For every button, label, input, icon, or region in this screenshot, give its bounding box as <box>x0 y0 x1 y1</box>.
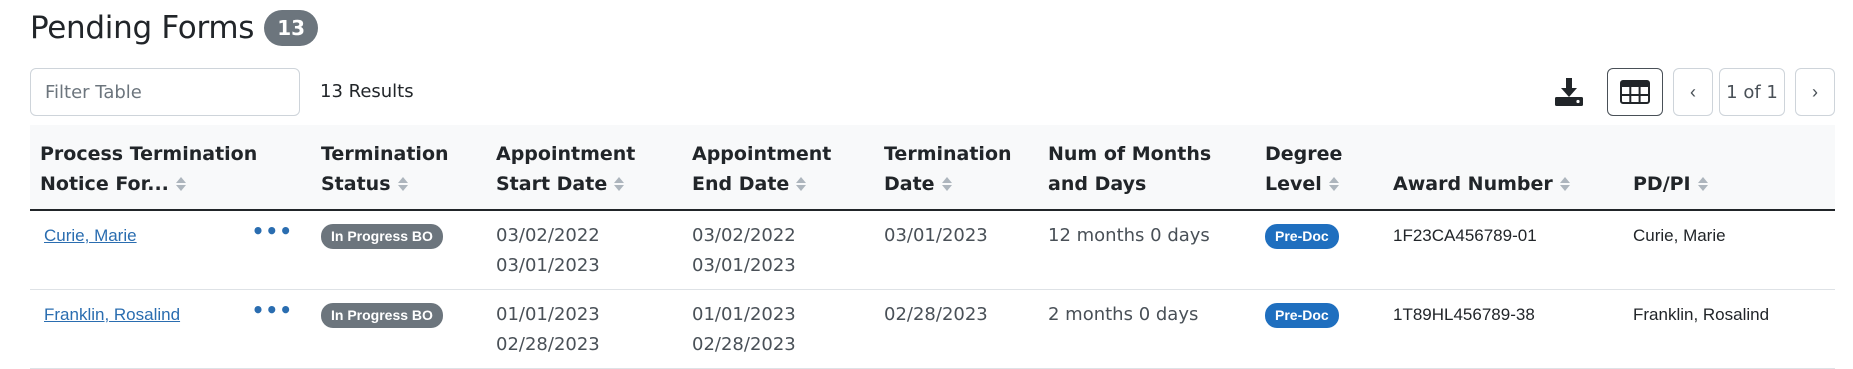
cell-appointment-start: 01/01/2023 02/28/2023 <box>486 289 682 369</box>
sort-icon <box>796 177 807 191</box>
count-badge: 13 <box>264 10 319 46</box>
more-options-icon[interactable]: ••• <box>252 221 293 241</box>
sort-icon <box>1328 177 1339 191</box>
cell-appointment-end: 01/01/2023 02/28/2023 <box>682 289 874 369</box>
status-badge: In Progress BO <box>321 224 443 249</box>
column-header-appointment-end-date[interactable]: Appointment End Date <box>682 125 874 211</box>
cell-process-notice: Curie, Marie ••• <box>30 210 311 290</box>
column-header-process-termination-notice[interactable]: Process Termination Notice For... <box>30 125 311 211</box>
cell-process-notice: Franklin, Rosalind ••• <box>30 289 311 369</box>
cell-award-number: 1F23CA456789-01 <box>1383 210 1623 290</box>
sort-icon <box>1559 177 1570 191</box>
filter-input[interactable] <box>30 68 300 116</box>
degree-level-badge: Pre-Doc <box>1265 224 1339 249</box>
cell-duration: 2 months 0 days <box>1038 289 1255 369</box>
cell-appointment-end: 03/02/2022 03/01/2023 <box>682 210 874 290</box>
page-indicator: 1 of 1 <box>1719 68 1785 116</box>
column-header-appointment-start-date[interactable]: Appointment Start Date <box>486 125 682 211</box>
cell-duration: 12 months 0 days <box>1038 210 1255 290</box>
cell-award-number: 1T89HL456789-38 <box>1383 289 1623 369</box>
download-button[interactable] <box>1549 72 1589 112</box>
table-header-row: Process Termination Notice For... Termin… <box>30 125 1835 211</box>
status-badge: In Progress BO <box>321 303 443 328</box>
cell-termination-date: 02/28/2023 <box>874 289 1038 369</box>
column-header-degree-level[interactable]: Degree Level <box>1255 125 1383 211</box>
sort-icon <box>1697 177 1708 191</box>
cell-appointment-start: 03/02/2022 03/01/2023 <box>486 210 682 290</box>
pending-forms-table: Process Termination Notice For... Termin… <box>30 125 1835 369</box>
next-page-button[interactable]: › <box>1795 68 1835 116</box>
cell-termination-status: In Progress BO <box>311 210 486 290</box>
download-icon <box>1555 78 1583 106</box>
column-header-pd-pi[interactable]: PD/PI <box>1623 125 1835 211</box>
cell-degree-level: Pre-Doc <box>1255 289 1383 369</box>
table-row: Curie, Marie ••• In Progress BO 03/02/20… <box>30 210 1835 290</box>
column-header-termination-date[interactable]: Termination Date <box>874 125 1038 211</box>
more-options-icon[interactable]: ••• <box>252 300 293 320</box>
column-header-termination-status[interactable]: Termination Status <box>311 125 486 211</box>
column-layout-button[interactable] <box>1607 68 1663 116</box>
column-header-num-months-days: Num of Months and Days <box>1038 125 1255 211</box>
table-row: Franklin, Rosalind ••• In Progress BO 01… <box>30 289 1835 369</box>
cell-pd-pi: Franklin, Rosalind <box>1623 289 1835 369</box>
person-link[interactable]: Curie, Marie <box>44 226 137 245</box>
sort-icon <box>397 177 408 191</box>
table-grid-icon <box>1620 80 1650 104</box>
column-header-award-number[interactable]: Award Number <box>1383 125 1623 211</box>
sort-icon <box>175 177 186 191</box>
cell-termination-date: 03/01/2023 <box>874 210 1038 290</box>
sort-icon <box>614 177 625 191</box>
cell-degree-level: Pre-Doc <box>1255 210 1383 290</box>
cell-termination-status: In Progress BO <box>311 289 486 369</box>
pending-forms-table-container: Process Termination Notice For... Termin… <box>30 125 1835 369</box>
sort-icon <box>941 177 952 191</box>
page-title: Pending Forms <box>30 10 255 46</box>
degree-level-badge: Pre-Doc <box>1265 303 1339 328</box>
results-count: 13 Results <box>320 81 414 102</box>
table-toolbar: 13 Results ‹ 1 of 1 › <box>30 68 1835 116</box>
page-header: Pending Forms 13 <box>30 8 319 48</box>
previous-page-button[interactable]: ‹ <box>1673 68 1713 116</box>
cell-pd-pi: Curie, Marie <box>1623 210 1835 290</box>
person-link[interactable]: Franklin, Rosalind <box>44 305 180 324</box>
